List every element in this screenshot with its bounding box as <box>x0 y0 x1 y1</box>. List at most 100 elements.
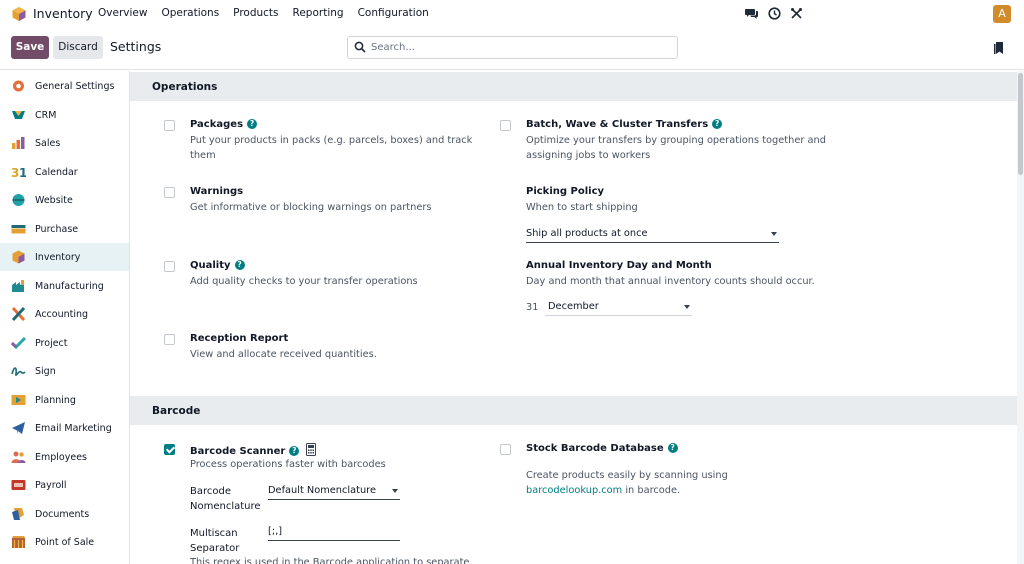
sidebar-item-sign[interactable]: Sign <box>0 357 129 385</box>
clock-icon[interactable] <box>768 7 781 20</box>
chevron-down-icon <box>771 232 777 236</box>
help-icon[interactable]: ? <box>234 260 245 270</box>
stock-barcode-desc-post: in barcode. <box>622 485 681 496</box>
purchase-icon <box>11 222 26 236</box>
bookmark-icon[interactable] <box>994 42 1004 55</box>
sidebar-item-general-settings[interactable]: General Settings <box>0 72 129 100</box>
point-of-sale-icon <box>11 535 26 549</box>
sidebar-item-label: Purchase <box>35 223 79 235</box>
user-avatar[interactable]: A <box>993 5 1011 23</box>
help-icon[interactable]: ? <box>667 443 678 453</box>
annual-inventory-day[interactable]: 31 <box>526 300 538 315</box>
sidebar-item-label: Planning <box>35 394 76 406</box>
svg-text:1: 1 <box>19 166 26 179</box>
sidebar-item-label: Calendar <box>35 166 78 178</box>
menu-products[interactable]: Products <box>233 7 278 19</box>
annual-inventory-month-value: December <box>548 301 599 312</box>
sidebar-item-label: Employees <box>35 451 87 463</box>
barcode-scanner-description: Process operations faster with barcodes <box>190 459 386 470</box>
barcode-scanner-checkbox[interactable] <box>164 444 175 455</box>
inventory-icon <box>11 250 26 264</box>
annual-inventory-month-select[interactable]: December <box>545 301 692 316</box>
picking-policy-description: When to start shipping <box>526 202 638 213</box>
settings-sidebar: General Settings CRM Sales 3 1 Calendar Websit… <box>0 71 130 564</box>
payroll-icon <box>11 478 26 492</box>
section-header-barcode: Barcode <box>130 396 1017 425</box>
sidebar-item-purchase[interactable]: Purchase <box>0 215 129 243</box>
warnings-checkbox[interactable] <box>164 187 175 198</box>
sidebar-item-label: Sign <box>35 366 56 377</box>
scrollbar-thumb[interactable] <box>1018 73 1023 175</box>
barcode-nomenclature-select[interactable]: Default Nomenclature <box>268 485 400 500</box>
sidebar-item-manufacturing[interactable]: Manufacturing <box>0 272 129 300</box>
help-icon[interactable]: ? <box>712 119 723 129</box>
help-icon[interactable]: ? <box>247 119 258 129</box>
sidebar-item-inventory[interactable]: Inventory <box>0 243 129 271</box>
packages-title: Packages <box>190 119 244 130</box>
packages-checkbox[interactable] <box>164 120 175 131</box>
menu-reporting[interactable]: Reporting <box>293 7 344 19</box>
stock-barcode-database-title: Stock Barcode Database <box>526 443 664 454</box>
scrollbar[interactable] <box>1017 71 1024 564</box>
discard-button[interactable]: Discard <box>53 36 103 59</box>
sidebar-item-accounting[interactable]: Accounting <box>0 300 129 328</box>
batch-transfers-checkbox[interactable] <box>500 120 511 131</box>
menu-overview[interactable]: Overview <box>98 7 147 19</box>
multiscan-separator-input[interactable]: [;,] <box>268 526 400 541</box>
general-settings-icon <box>11 79 26 93</box>
search-input[interactable]: Search... <box>347 36 678 59</box>
app-name[interactable]: Inventory <box>33 6 93 21</box>
reception-report-checkbox[interactable] <box>164 334 175 345</box>
email-marketing-icon <box>11 421 26 435</box>
sidebar-item-project[interactable]: Project <box>0 329 129 357</box>
multiscan-regex-description: This regex is used in the Barcode applic… <box>190 557 470 564</box>
search-icon <box>354 41 366 53</box>
sidebar-item-point-of-sale[interactable]: Point of Sale <box>0 528 129 556</box>
sidebar-item-payroll[interactable]: Payroll <box>0 471 129 499</box>
sidebar-item-crm[interactable]: CRM <box>0 101 129 129</box>
save-button[interactable]: Save <box>11 36 49 59</box>
sidebar-item-sales[interactable]: Sales <box>0 129 129 157</box>
chat-icon[interactable] <box>745 7 759 20</box>
sales-icon <box>11 136 26 150</box>
tools-icon[interactable] <box>790 7 803 20</box>
page-title: Settings <box>110 39 162 54</box>
stock-barcode-desc-pre: Create products easily by scanning using <box>526 470 728 481</box>
sidebar-item-employees[interactable]: Employees <box>0 443 129 471</box>
help-icon[interactable]: ? <box>289 446 300 456</box>
sidebar-item-label: CRM <box>35 109 57 121</box>
multiscan-separator-label: Multiscan Separator <box>190 528 240 554</box>
picking-policy-select[interactable]: Ship all products at once <box>526 228 779 243</box>
menu-operations[interactable]: Operations <box>161 7 219 19</box>
sign-icon <box>11 364 26 378</box>
reception-report-description: View and allocate received quantities. <box>190 349 377 360</box>
warnings-title: Warnings <box>190 186 244 197</box>
sidebar-item-website[interactable]: Website <box>0 186 129 214</box>
stock-barcode-database-checkbox[interactable] <box>500 444 511 455</box>
quality-checkbox[interactable] <box>164 261 175 272</box>
systray <box>745 7 803 20</box>
packages-description: Put your products in packs (e.g. parcels… <box>190 135 473 161</box>
sidebar-item-email-marketing[interactable]: Email Marketing <box>0 414 129 442</box>
stock-barcode-database-description: Create products easily by scanning using… <box>526 468 826 498</box>
warnings-description: Get informative or blocking warnings on … <box>190 202 432 213</box>
stock-barcode-database-setting: Stock Barcode Database? <box>526 443 678 454</box>
sidebar-item-calendar[interactable]: 3 1 Calendar <box>0 158 129 186</box>
planning-icon <box>11 393 26 407</box>
sidebar-item-planning[interactable]: Planning <box>0 386 129 414</box>
chevron-down-icon <box>392 489 398 493</box>
barcode-device-icon[interactable] <box>305 443 316 456</box>
inventory-app-icon[interactable] <box>11 6 27 22</box>
barcodelookup-link[interactable]: barcodelookup.com <box>526 485 622 496</box>
documents-icon <box>11 507 26 521</box>
main-menu: Overview Operations Products Reporting C… <box>98 7 443 19</box>
barcode-nomenclature-label: Barcode Nomenclature <box>190 486 261 512</box>
batch-transfers-title: Batch, Wave & Cluster Transfers <box>526 119 709 130</box>
picking-policy-value: Ship all products at once <box>526 228 648 239</box>
settings-content: Operations Packages? Put your products i… <box>130 71 1017 564</box>
sidebar-item-label: Payroll <box>35 480 67 491</box>
accounting-icon <box>11 306 26 322</box>
sidebar-item-documents[interactable]: Documents <box>0 500 129 528</box>
quality-setting: Quality? <box>190 260 245 271</box>
menu-configuration[interactable]: Configuration <box>358 7 429 19</box>
